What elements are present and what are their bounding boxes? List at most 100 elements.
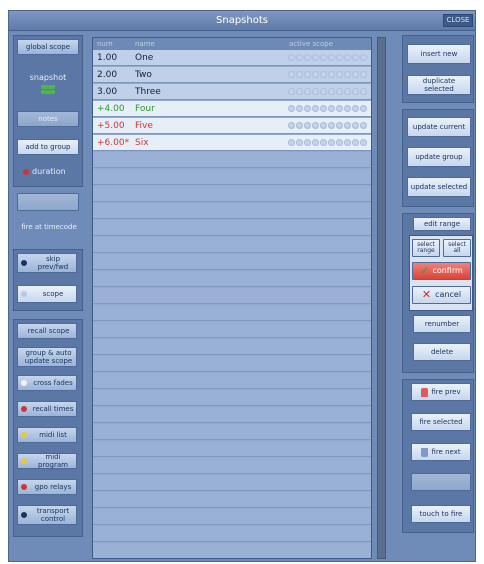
snapshot-table: num name active scope 1.00 One 2.00 Two 3.00… [92, 37, 372, 559]
empty-row [93, 407, 371, 423]
fire-next-icon [421, 447, 429, 457]
column-header-active-scope[interactable]: active scope [289, 40, 333, 48]
column-header-num[interactable]: num [97, 40, 113, 48]
cross-fades-button[interactable]: cross fades [17, 375, 77, 391]
empty-row [93, 509, 371, 525]
table-row[interactable]: +5.00 Five [93, 118, 371, 134]
table-scrollbar[interactable] [377, 37, 386, 559]
notes-button[interactable]: notes [17, 111, 79, 127]
duration-toggle[interactable]: duration [23, 167, 66, 176]
column-header-name[interactable]: name [135, 40, 155, 48]
row-name: Five [135, 121, 153, 131]
row-name: Four [135, 104, 155, 114]
empty-row [93, 288, 371, 304]
gpo-relays-dot-icon [21, 484, 27, 490]
empty-row [93, 271, 371, 287]
active-scope-indicators [288, 54, 367, 61]
table-row[interactable]: 1.00 One [93, 50, 371, 66]
confirm-button[interactable]: ✓ confirm [412, 262, 471, 280]
row-name: Six [135, 138, 149, 148]
row-num: +6.00* [97, 138, 130, 148]
table-row[interactable]: 2.00 Two [93, 67, 371, 83]
recall-scope-button[interactable]: recall scope [17, 323, 77, 339]
window-title: Snapshots [216, 15, 268, 26]
fire-at-timecode-label: fire at timecode [21, 223, 77, 231]
empty-row [93, 424, 371, 440]
touch-to-fire-button[interactable]: touch to fire [411, 505, 471, 523]
transport-control-button[interactable]: transport control [17, 505, 77, 525]
check-icon: ✓ [420, 264, 430, 277]
table-row[interactable]: 3.00 Three [93, 84, 371, 100]
title-bar: Snapshots CLOSE [9, 11, 475, 31]
active-scope-indicators [288, 71, 367, 78]
add-to-group-button[interactable]: add to group [17, 139, 79, 155]
row-name: Two [135, 70, 152, 80]
snapshot-label: snapshot [29, 73, 67, 82]
cancel-button[interactable]: ✕ cancel [412, 286, 471, 304]
empty-row [93, 492, 371, 508]
midi-program-button[interactable]: midi program [17, 453, 77, 469]
update-group-button[interactable]: update group [407, 147, 471, 167]
row-num: +5.00 [97, 121, 125, 131]
row-num: +4.00 [97, 104, 125, 114]
empty-row [93, 169, 371, 185]
empty-row [93, 220, 371, 236]
fire-prev-icon [421, 387, 429, 397]
table-header: num name active scope [93, 38, 371, 50]
group-auto-update-scope-button[interactable]: group & auto update scope [17, 347, 77, 367]
midi-program-dot-icon [21, 458, 27, 464]
empty-row [93, 543, 371, 558]
update-selected-button[interactable]: update selected [407, 177, 471, 197]
empty-row [93, 322, 371, 338]
close-button[interactable]: CLOSE [443, 14, 473, 27]
active-scope-indicators [288, 105, 367, 112]
recall-times-dot-icon [21, 406, 27, 412]
snapshots-window: Snapshots CLOSE global scope snapshot no… [8, 10, 476, 562]
transport-dot-icon [21, 512, 27, 518]
insert-new-button[interactable]: insert new [407, 44, 471, 64]
active-scope-indicators [288, 88, 367, 95]
empty-row [93, 152, 371, 168]
fire-prev-button[interactable]: fire prev [411, 383, 471, 401]
table-row[interactable]: +6.00* Six [93, 135, 371, 151]
edit-range-button[interactable]: edit range [413, 217, 471, 231]
scope-indicator-icon [21, 291, 27, 297]
empty-row [93, 305, 371, 321]
empty-row [93, 186, 371, 202]
empty-row [93, 339, 371, 355]
select-all-button[interactable]: select all [443, 239, 471, 257]
midi-list-dot-icon [21, 432, 27, 438]
row-name: Three [135, 87, 161, 97]
empty-row [93, 373, 371, 389]
update-current-button[interactable]: update current [407, 117, 471, 137]
skip-prev-fwd-button[interactable]: skip prev/fwd [17, 253, 77, 273]
delete-button[interactable]: delete [413, 343, 471, 361]
duration-dot-icon [23, 168, 29, 175]
gpo-relays-button[interactable]: gpo relays [17, 479, 77, 495]
duplicate-selected-button[interactable]: duplicate selected [407, 75, 471, 95]
fire-selected-button[interactable]: fire selected [411, 413, 471, 431]
fire-next-button[interactable]: fire next [411, 443, 471, 461]
blank-field-button[interactable] [17, 193, 79, 211]
midi-list-button[interactable]: midi list [17, 427, 77, 443]
row-name: One [135, 53, 154, 63]
empty-row [93, 441, 371, 457]
row-num: 1.00 [97, 53, 118, 63]
active-scope-indicators [288, 122, 367, 129]
row-num: 3.00 [97, 87, 118, 97]
select-range-button[interactable]: select range [412, 239, 440, 257]
empty-row [93, 356, 371, 372]
cross-icon: ✕ [421, 288, 432, 301]
empty-row [93, 458, 371, 474]
active-scope-indicators [288, 139, 367, 146]
table-row[interactable]: +4.00 Four [93, 101, 371, 117]
scope-button[interactable]: scope [17, 285, 77, 303]
blank-fire-button[interactable] [411, 473, 471, 491]
recall-times-button[interactable]: recall times [17, 401, 77, 417]
empty-row [93, 475, 371, 491]
renumber-button[interactable]: renumber [413, 315, 471, 333]
empty-row [93, 203, 371, 219]
global-scope-button[interactable]: global scope [17, 39, 79, 55]
empty-row [93, 237, 371, 253]
empty-row [93, 390, 371, 406]
